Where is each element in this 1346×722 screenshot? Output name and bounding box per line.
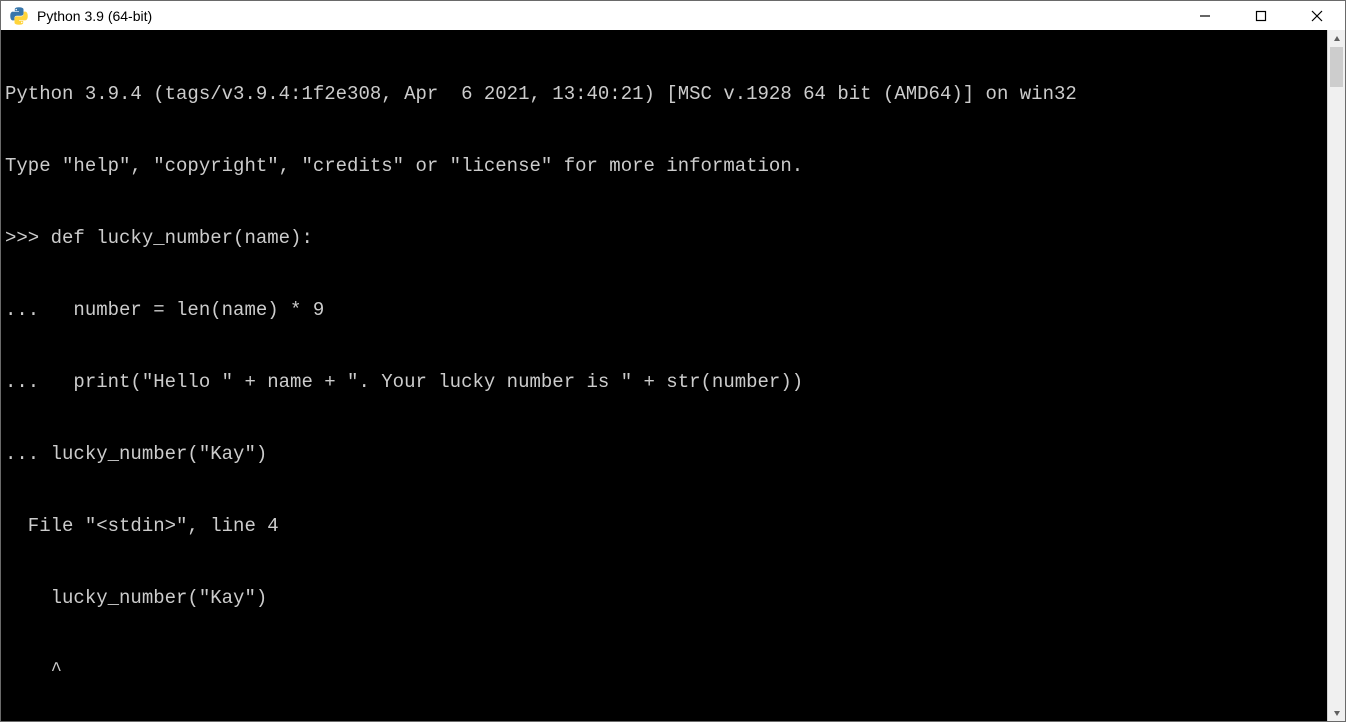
vertical-scrollbar[interactable] [1327,30,1345,721]
console-line: ... print("Hello " + name + ". Your luck… [5,370,1325,394]
close-button[interactable] [1289,1,1345,30]
console-line: lucky_number("Kay") [5,586,1325,610]
client-area: Python 3.9.4 (tags/v3.9.4:1f2e308, Apr 6… [1,30,1345,721]
console-line: File "<stdin>", line 4 [5,514,1325,538]
console-line: Type "help", "copyright", "credits" or "… [5,154,1325,178]
app-window: Python 3.9 (64-bit) Python 3.9.4 (tags/v… [0,0,1346,722]
console-line: Python 3.9.4 (tags/v3.9.4:1f2e308, Apr 6… [5,82,1325,106]
maximize-button[interactable] [1233,1,1289,30]
console-line: ... number = len(name) * 9 [5,298,1325,322]
window-controls [1177,1,1345,30]
console-line: ... lucky_number("Kay") [5,442,1325,466]
console-output[interactable]: Python 3.9.4 (tags/v3.9.4:1f2e308, Apr 6… [1,30,1327,721]
scroll-down-button[interactable] [1328,704,1345,721]
window-title: Python 3.9 (64-bit) [37,8,152,24]
scroll-up-button[interactable] [1328,30,1345,47]
python-icon [9,6,29,26]
console-line: ^ [5,658,1325,682]
scroll-track[interactable] [1328,47,1345,704]
minimize-button[interactable] [1177,1,1233,30]
scroll-thumb[interactable] [1330,47,1343,87]
titlebar[interactable]: Python 3.9 (64-bit) [1,1,1345,30]
console-line: >>> def lucky_number(name): [5,226,1325,250]
